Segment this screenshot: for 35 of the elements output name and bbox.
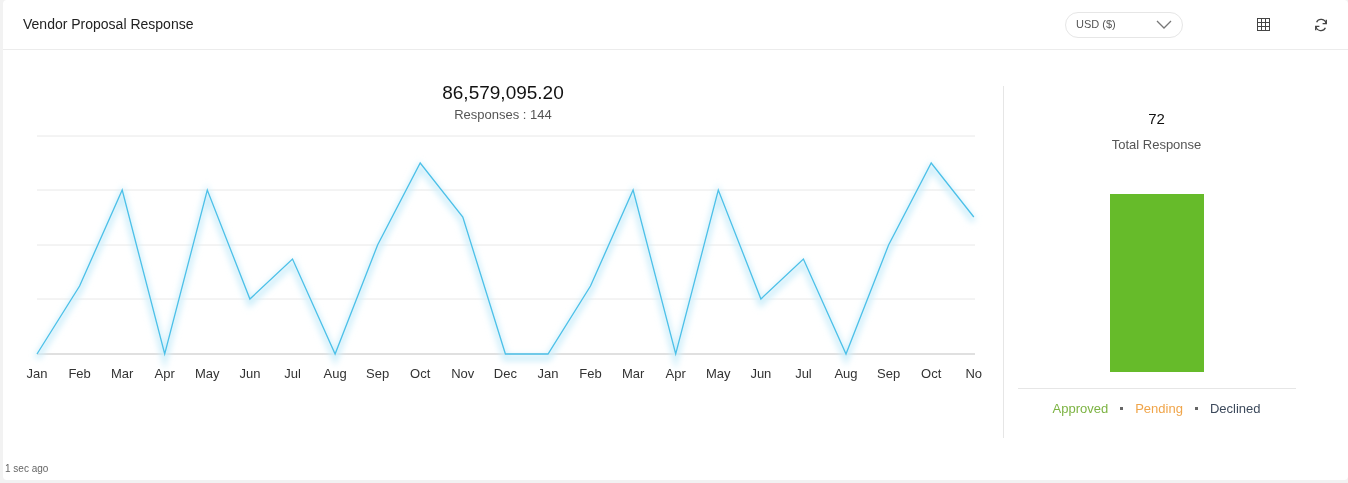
legend-item[interactable]: Declined [1209, 399, 1261, 419]
axis-label: Aug [323, 366, 347, 382]
table-view-button[interactable] [1255, 16, 1272, 33]
grid-icon [1257, 18, 1270, 31]
responses-count: Responses : 144 [454, 105, 552, 124]
axis-label: Jan [26, 366, 48, 382]
axis-label: Nov [451, 366, 475, 382]
axis-label: Oct [410, 366, 431, 382]
axis-label: Sep [877, 366, 901, 382]
axis-label: Jun [239, 366, 261, 382]
currency-dropdown[interactable]: USD ($) [1065, 11, 1183, 38]
axis-label: Dec [493, 366, 517, 382]
last-updated: 1 sec ago [4, 462, 50, 476]
axis-label: Jul [284, 366, 301, 382]
axis-label: Aug [834, 366, 858, 382]
axis-label: Feb [68, 366, 91, 382]
axis-label: Apr [154, 366, 175, 382]
axis-label: May [706, 366, 731, 382]
response-count: 72 [1148, 109, 1165, 129]
axis-label: Oct [921, 366, 942, 382]
axis-label: Apr [665, 366, 686, 382]
axis-label: Jan [537, 366, 559, 382]
axis-label: Sep [366, 366, 390, 382]
axis-label: No [965, 366, 983, 382]
total-response-label: Total Response [1111, 135, 1202, 154]
axis-label: Jul [795, 366, 812, 382]
axis-label: May [195, 366, 220, 382]
axis-label: Mar [110, 366, 134, 382]
axis-label: Jun [750, 366, 772, 382]
axis-label: Mar [621, 366, 645, 382]
refresh-icon [1314, 17, 1328, 32]
total-amount: 86,579,095.20 [442, 82, 564, 105]
panel-title: Vendor Proposal Response [23, 15, 194, 34]
chevron-down-icon [1156, 20, 1172, 29]
axis-label: Feb [579, 366, 602, 382]
